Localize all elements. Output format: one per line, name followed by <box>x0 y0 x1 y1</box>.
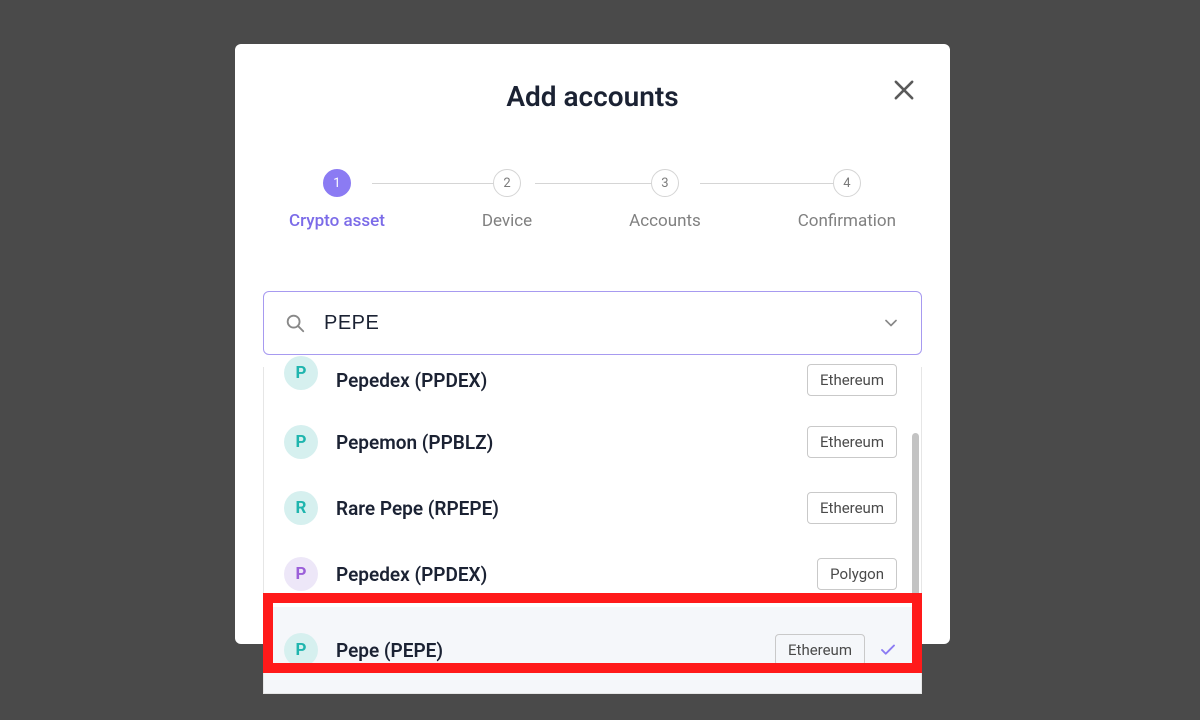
asset-option-label: Pepemon (PPBLZ) <box>336 431 807 454</box>
asset-option-label: Pepedex (PPDEX) <box>336 369 807 392</box>
check-icon <box>879 641 897 659</box>
step-number: 2 <box>493 169 521 197</box>
chain-tag: Ethereum <box>807 426 897 458</box>
asset-dropdown: P Pepedex (PPDEX) Ethereum P Pepemon (PP… <box>263 367 922 694</box>
step-label: Accounts <box>629 211 701 231</box>
chain-tag: Polygon <box>817 558 897 590</box>
chain-tag: Ethereum <box>807 364 897 396</box>
step-device: 2 Device <box>482 169 532 231</box>
step-label: Crypto asset <box>289 211 385 231</box>
asset-option-label: Pepe (PEPE) <box>336 639 775 662</box>
asset-letter-icon: P <box>284 356 318 390</box>
asset-letter-icon: P <box>284 557 318 591</box>
step-number: 4 <box>833 169 861 197</box>
modal-title: Add accounts <box>235 80 950 113</box>
search-icon <box>284 312 306 334</box>
asset-option[interactable]: R Rare Pepe (RPEPE) Ethereum <box>264 475 921 541</box>
asset-option[interactable]: P Pepemon (PPBLZ) Ethereum <box>264 409 921 475</box>
asset-letter-icon: P <box>284 633 318 667</box>
step-number: 3 <box>651 169 679 197</box>
step-label: Device <box>482 211 532 231</box>
chain-tag: Ethereum <box>775 634 865 666</box>
modal-header: Add accounts <box>235 44 950 113</box>
chevron-down-icon[interactable] <box>881 313 901 333</box>
asset-option[interactable]: P Pepedex (PPDEX) Polygon <box>264 541 921 607</box>
close-button[interactable] <box>890 76 918 104</box>
asset-option-label: Rare Pepe (RPEPE) <box>336 497 807 520</box>
step-label: Confirmation <box>798 211 896 231</box>
asset-option[interactable]: P Pepedex (PPDEX) Ethereum <box>264 367 921 409</box>
asset-letter-icon: P <box>284 425 318 459</box>
step-confirmation: 4 Confirmation <box>798 169 896 231</box>
asset-letter-icon: R <box>284 491 318 525</box>
asset-option-label: Pepedex (PPDEX) <box>336 563 817 586</box>
asset-search-input[interactable] <box>324 312 881 335</box>
dropdown-scrollbar[interactable] <box>912 433 919 605</box>
stepper: 1 Crypto asset 2 Device 3 Accounts 4 Con… <box>289 169 896 231</box>
asset-option-selected[interactable]: P Pepe (PEPE) Ethereum <box>264 607 921 693</box>
step-number: 1 <box>323 169 351 197</box>
step-crypto-asset: 1 Crypto asset <box>289 169 385 231</box>
close-icon <box>890 76 918 104</box>
asset-search[interactable] <box>263 291 922 355</box>
chain-tag: Ethereum <box>807 492 897 524</box>
step-accounts: 3 Accounts <box>629 169 701 231</box>
